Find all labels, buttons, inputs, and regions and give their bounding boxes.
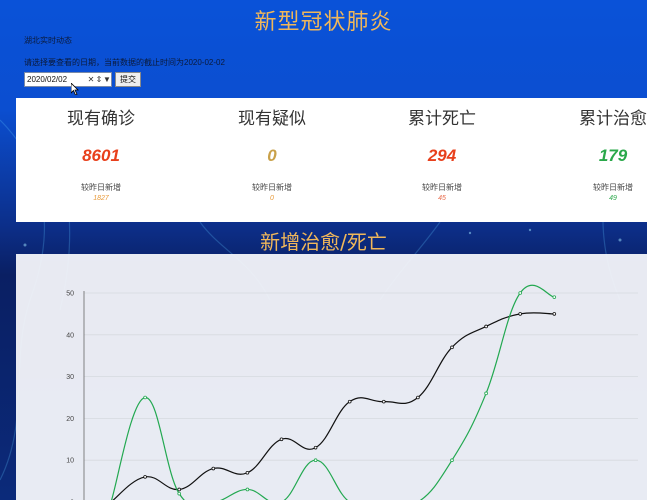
data-point[interactable] (450, 345, 454, 350)
stat-sub-label: 较昨日新增 (81, 183, 121, 192)
data-point[interactable] (484, 324, 488, 329)
stats-panel: 现有确诊 8601 较昨日新增 1827 现有疑似 0 较昨日新增 0 累计死亡… (16, 98, 647, 222)
data-point[interactable] (143, 475, 147, 479)
date-input[interactable]: 2020/02/02 ✕ ⇕ ▼ (24, 72, 112, 87)
page-title: 新型冠状肺炎 (254, 10, 393, 35)
data-point[interactable] (211, 466, 216, 471)
stat-label: 累计治愈 (579, 109, 647, 129)
date-hint-text: 请选择要查看的日期，当前数据的截止时间为2020-02-02 (24, 58, 225, 67)
stat-current-suspected: 现有疑似 0 较昨日新增 0 (192, 98, 352, 202)
data-point[interactable] (450, 458, 454, 463)
stat-value: 8601 (82, 146, 120, 165)
stat-increase: 49 (609, 195, 617, 202)
data-point[interactable] (313, 445, 318, 450)
data-point[interactable] (313, 458, 318, 463)
data-point[interactable] (552, 312, 557, 316)
data-point[interactable] (347, 399, 352, 404)
data-point[interactable] (143, 395, 147, 400)
y-tick-label: 20 (66, 416, 74, 423)
stat-increase: 1827 (93, 195, 109, 202)
stat-sub-label: 较昨日新增 (422, 183, 462, 192)
y-tick-label: 40 (66, 332, 74, 339)
stat-increase: 0 (270, 195, 274, 202)
stat-value: 0 (267, 146, 277, 165)
spin-icon[interactable]: ⇕ (95, 75, 103, 84)
data-point[interactable] (279, 437, 284, 442)
stat-increase: 45 (438, 195, 446, 202)
data-point[interactable] (381, 399, 386, 404)
chart-panel: 01020304050 (16, 254, 647, 500)
y-tick-label: 10 (66, 458, 74, 465)
data-point[interactable] (552, 295, 557, 299)
stat-label: 累计死亡 (408, 109, 476, 129)
dropdown-arrow-icon[interactable]: ▼ (103, 75, 111, 84)
series-line-0 (112, 312, 555, 500)
data-point[interactable] (484, 391, 488, 396)
clear-icon[interactable]: ✕ (87, 75, 95, 84)
submit-button[interactable]: 提交 (115, 72, 141, 87)
stat-total-deaths: 累计死亡 294 较昨日新增 45 (362, 98, 522, 202)
y-tick-label: 30 (66, 374, 74, 381)
stat-label: 现有疑似 (238, 109, 306, 129)
data-point[interactable] (245, 470, 250, 475)
line-chart: 01020304050 (66, 284, 638, 500)
series-line-1 (110, 284, 555, 500)
region-subtitle: 湖北实时动态 (24, 36, 72, 45)
data-point[interactable] (177, 487, 182, 492)
stat-total-cured: 累计治愈 179 较昨日新增 49 (533, 98, 647, 202)
data-point[interactable] (518, 312, 523, 316)
stat-sub-label: 较昨日新增 (593, 183, 633, 192)
data-point[interactable] (177, 491, 182, 496)
data-point[interactable] (518, 291, 523, 295)
stat-sub-label: 较昨日新增 (252, 183, 292, 192)
stat-current-confirmed: 现有确诊 8601 较昨日新增 1827 (21, 98, 181, 202)
data-point[interactable] (416, 395, 420, 400)
chart-title: 新增治愈/死亡 (260, 230, 387, 254)
stat-value: 179 (598, 146, 628, 165)
stat-label: 现有确诊 (67, 109, 135, 129)
y-tick-label: 50 (66, 291, 74, 298)
data-point[interactable] (245, 487, 250, 492)
stat-value: 294 (427, 146, 457, 165)
